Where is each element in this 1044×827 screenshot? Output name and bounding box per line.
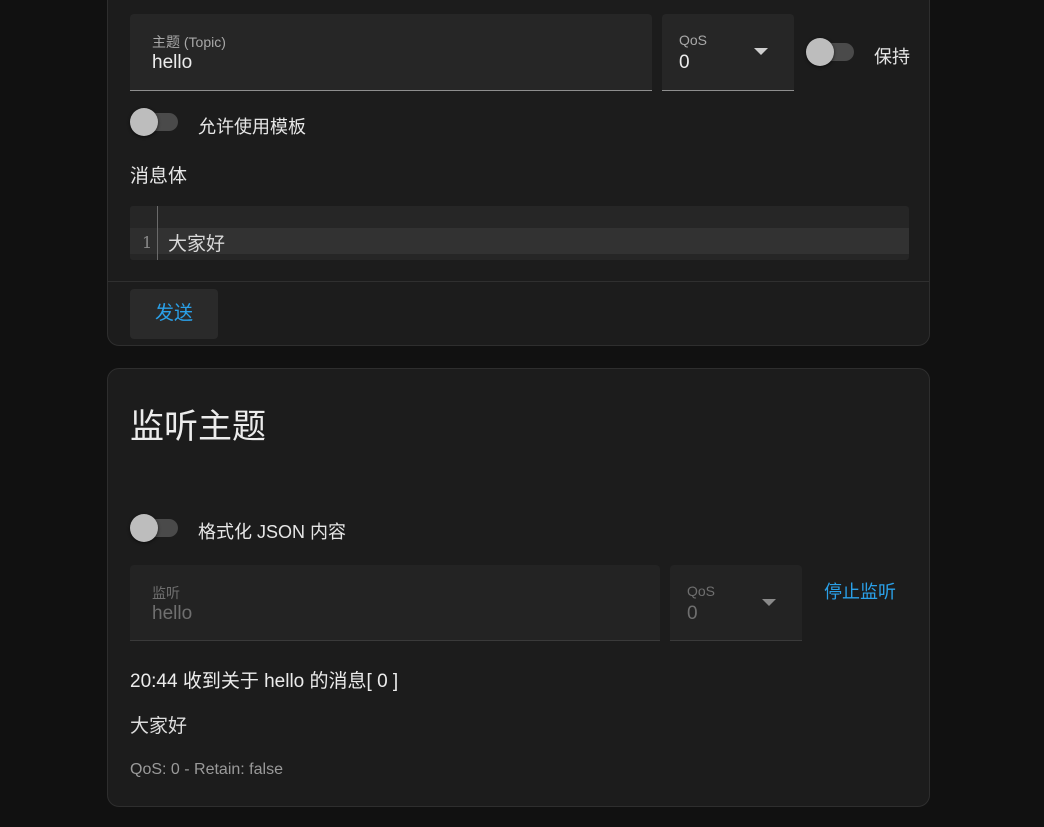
- chevron-down-icon: [762, 599, 776, 606]
- message-meta: QoS: 0 - Retain: false: [130, 761, 283, 778]
- listen-card: 监听主题 格式化 JSON 内容 监听 hello QoS 0 停止监听 20:…: [107, 368, 930, 807]
- editor-active-line: [158, 228, 909, 254]
- listen-qos-value: 0: [687, 603, 698, 624]
- stop-listen-button[interactable]: 停止监听: [824, 578, 896, 604]
- message-header: 20:44 收到关于 hello 的消息[ 0 ]: [130, 671, 399, 692]
- editor-line-number: 1: [142, 233, 153, 252]
- listen-topic-label: 监听: [152, 585, 180, 601]
- send-button[interactable]: 发送: [130, 289, 218, 339]
- listen-title: 监听主题: [130, 408, 266, 446]
- publish-qos-label: QoS: [679, 32, 708, 48]
- retain-label: 保持: [874, 47, 910, 67]
- template-label: 允许使用模板: [198, 117, 306, 137]
- retain-switch-thumb: [806, 38, 834, 66]
- publish-qos-value: 0: [679, 52, 690, 73]
- topic-field[interactable]: 主题 (Topic) hello: [130, 14, 652, 91]
- format-json-switch[interactable]: [130, 514, 180, 542]
- topic-field-value[interactable]: hello: [152, 52, 192, 74]
- payload-label: 消息体: [130, 166, 188, 187]
- listen-topic-value: hello: [152, 603, 193, 624]
- retain-switch[interactable]: [806, 38, 856, 66]
- payload-editor[interactable]: 1 大家好: [130, 206, 909, 260]
- editor-line-text[interactable]: 大家好: [168, 229, 225, 256]
- listen-topic-field[interactable]: 监听 hello: [130, 565, 660, 641]
- topic-field-label: 主题 (Topic): [152, 34, 226, 50]
- listen-qos-label: QoS: [687, 583, 716, 599]
- message-body: 大家好: [130, 716, 188, 737]
- listen-qos-select[interactable]: QoS 0: [670, 565, 802, 641]
- format-json-switch-thumb: [130, 514, 158, 542]
- format-json-label: 格式化 JSON 内容: [198, 522, 347, 542]
- publish-card: 主题 (Topic) hello QoS 0 保持 允许使用模板 消息体 1 大…: [107, 0, 930, 346]
- chevron-down-icon: [754, 48, 768, 55]
- template-switch-thumb: [130, 108, 158, 136]
- template-switch[interactable]: [130, 108, 180, 136]
- publish-qos-select[interactable]: QoS 0: [662, 14, 794, 91]
- card-actions-divider: [108, 281, 929, 282]
